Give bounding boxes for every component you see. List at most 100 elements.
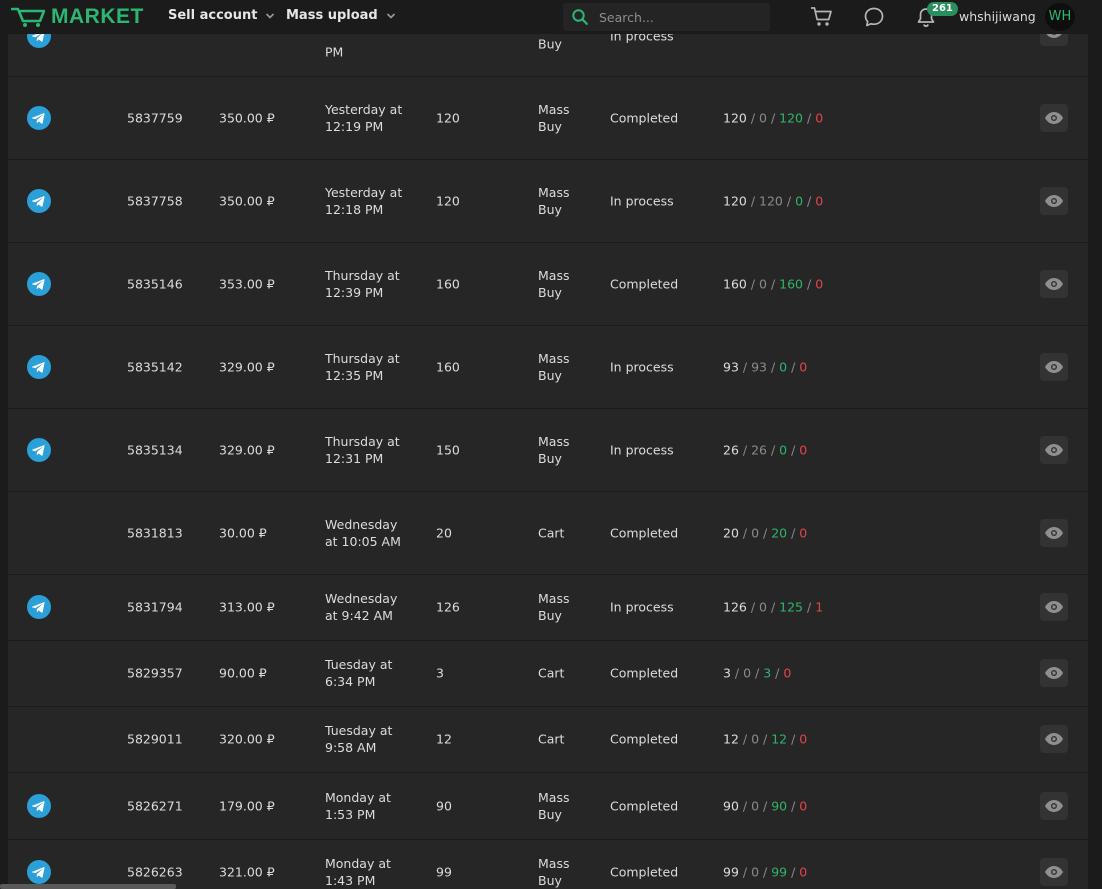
- stats-value: 160: [779, 276, 804, 291]
- price: 350.00 ₽: [219, 110, 275, 125]
- stats-value: 26: [723, 442, 739, 457]
- telegram-icon: [27, 271, 51, 296]
- cart-icon[interactable]: [810, 6, 834, 28]
- stats-value: 0: [759, 110, 767, 125]
- stats-value: 0: [799, 359, 808, 374]
- progress-stats: 12 / 0 / 12 / 0: [723, 731, 807, 748]
- stats-separator: /: [787, 798, 800, 813]
- search-input[interactable]: [597, 8, 761, 26]
- view-button[interactable]: [1040, 659, 1068, 687]
- status: Completed: [610, 276, 679, 291]
- progress-stats: 26 / 26 / 0 / 0: [723, 441, 807, 458]
- purchase-type: Cart: [538, 525, 565, 540]
- progress-stats: 120 / 120 / 0 / 0: [723, 192, 823, 209]
- stats-separator: /: [803, 110, 816, 125]
- avatar[interactable]: WH: [1045, 3, 1075, 31]
- date-cell: Wednesday at 10:05 AM: [325, 516, 401, 549]
- nav-mass-upload[interactable]: Mass upload: [286, 8, 396, 23]
- view-button[interactable]: [1040, 725, 1068, 753]
- view-button[interactable]: [1040, 858, 1068, 886]
- stats-value: 120: [723, 193, 747, 208]
- table-row: 5837759 350.00 ₽ Yesterday at 12:19 PM 120 M…: [8, 76, 1088, 160]
- stats-value: 0: [799, 864, 808, 880]
- username[interactable]: whshijiwang: [959, 9, 1036, 24]
- cart-logo-icon: [11, 7, 45, 27]
- table-row: 5835134 329.00 ₽ Thursday at 12:31 PM 150 Ma…: [8, 408, 1088, 492]
- table-row: 5829357 90.00 ₽ Tuesday at 6:34 PM 3 Cart Com…: [8, 640, 1088, 707]
- status: In process: [610, 599, 674, 615]
- date-cell: Thursday at 12:31 PM: [325, 433, 400, 466]
- market-logo[interactable]: MARKET: [11, 5, 144, 29]
- search-box[interactable]: [563, 3, 770, 31]
- view-button[interactable]: [1040, 352, 1068, 381]
- stats-separator: /: [787, 864, 800, 880]
- horizontal-scrollbar[interactable]: [0, 884, 176, 889]
- stats-value: 0: [815, 110, 824, 125]
- stats-value: 99: [771, 864, 788, 880]
- view-button[interactable]: [1040, 186, 1068, 215]
- order-id: 5837758: [127, 193, 183, 208]
- date-cell: Tuesday at 6:34 PM: [325, 657, 393, 689]
- telegram-icon: [27, 595, 51, 619]
- table-row: 5826263 321.00 ₽ Monday at 1:43 PM 99 Mass B…: [8, 839, 1088, 889]
- stats-value: 120: [779, 110, 804, 125]
- stats-separator: /: [730, 665, 744, 681]
- stats-separator: /: [803, 193, 816, 208]
- stats-separator: /: [766, 359, 780, 374]
- view-button[interactable]: [1040, 791, 1068, 820]
- stats-value: 93: [723, 359, 739, 374]
- type-cell: Buy: [538, 36, 562, 52]
- telegram-icon: [27, 437, 51, 462]
- stats-separator: /: [738, 731, 752, 747]
- stats-separator: /: [738, 798, 752, 813]
- stats-value: 20: [723, 525, 739, 540]
- purchase-type: Mass Buy: [538, 267, 570, 300]
- stats-separator: /: [746, 110, 760, 125]
- price: 30.00 ₽: [219, 525, 267, 540]
- date-cell: Monday at 1:53 PM: [325, 789, 391, 822]
- order-id: 5826271: [127, 798, 183, 813]
- view-button[interactable]: [1040, 103, 1068, 132]
- stats-separator: /: [759, 864, 772, 880]
- table-row: 5835146 353.00 ₽ Thursday at 12:39 PM 160 Ma…: [8, 242, 1088, 326]
- date-cell: Yesterday at 12:19 PM: [325, 101, 403, 134]
- stats-separator: /: [738, 359, 752, 374]
- price: 179.00 ₽: [219, 798, 275, 813]
- progress-stats: 90 / 0 / 90 / 0: [723, 797, 807, 814]
- stats-value: 99: [723, 864, 739, 880]
- order-id: 5831794: [127, 599, 183, 615]
- status: Completed: [610, 525, 679, 540]
- purchases-table: PM Buy In process 5837759 350.00 ₽ Yesterd…: [8, 0, 1088, 889]
- stats-separator: /: [766, 442, 780, 457]
- item-count: 150: [436, 442, 460, 457]
- telegram-icon: [27, 354, 51, 379]
- progress-stats: 120 / 0 / 120 / 0: [723, 109, 823, 126]
- date-cell: Thursday at 12:39 PM: [325, 267, 400, 300]
- purchase-type: Mass Buy: [538, 856, 570, 888]
- purchase-type: Mass Buy: [538, 350, 570, 383]
- stats-value: 1: [815, 599, 824, 615]
- stats-separator: /: [766, 110, 780, 125]
- view-button[interactable]: [1040, 593, 1068, 621]
- progress-stats: 3 / 0 / 3 / 0: [723, 665, 791, 682]
- stats-value: 12: [771, 731, 788, 747]
- order-id: 5829011: [127, 731, 183, 747]
- chat-icon[interactable]: [862, 6, 886, 28]
- date-cell: PM: [325, 44, 344, 60]
- status: Completed: [610, 864, 679, 880]
- view-button[interactable]: [1040, 435, 1068, 464]
- stats-separator: /: [746, 193, 760, 208]
- item-count: 126: [436, 599, 460, 615]
- stats-separator: /: [766, 599, 780, 615]
- stats-value: 0: [815, 276, 824, 291]
- stats-separator: /: [771, 665, 784, 681]
- nav-sell-account[interactable]: Sell account: [168, 8, 275, 23]
- view-button[interactable]: [1040, 518, 1068, 547]
- stats-value: 125: [779, 599, 804, 615]
- price: 320.00 ₽: [219, 731, 275, 747]
- stats-value: 120: [723, 110, 747, 125]
- order-id: 5835134: [127, 442, 183, 457]
- status: Completed: [610, 798, 679, 813]
- price: 90.00 ₽: [219, 665, 267, 681]
- view-button[interactable]: [1040, 269, 1068, 298]
